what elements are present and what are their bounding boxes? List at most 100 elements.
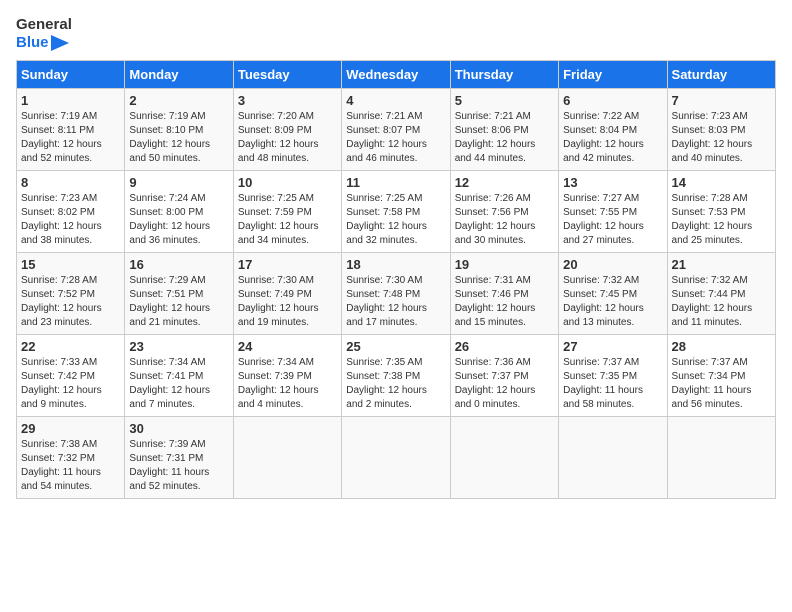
week-row-1: 1 Sunrise: 7:19 AM Sunset: 8:11 PM Daylig… <box>17 89 776 171</box>
day-info: Sunrise: 7:19 AM Sunset: 8:10 PM Dayligh… <box>129 110 228 166</box>
col-header-wednesday: Wednesday <box>342 61 450 89</box>
day-cell <box>450 417 558 499</box>
day-cell: 8 Sunrise: 7:23 AM Sunset: 8:02 PM Daylig… <box>17 171 125 253</box>
day-cell: 18Sunrise: 7:30 AM Sunset: 7:48 PM Dayli… <box>342 253 450 335</box>
day-number: 8 <box>21 175 120 190</box>
day-info: Sunrise: 7:19 AM Sunset: 8:11 PM Dayligh… <box>21 110 120 166</box>
day-number: 12 <box>455 175 554 190</box>
header: General Blue <box>16 16 776 52</box>
day-info: Sunrise: 7:21 AM Sunset: 8:06 PM Dayligh… <box>455 110 554 166</box>
day-cell <box>233 417 341 499</box>
day-number: 10 <box>238 175 337 190</box>
day-info: Sunrise: 7:27 AM Sunset: 7:55 PM Dayligh… <box>563 192 662 248</box>
col-header-saturday: Saturday <box>667 61 775 89</box>
day-cell: 20 Sunrise: 7:32 AM Sunset: 7:45 PM Dayli… <box>559 253 667 335</box>
day-info: Sunrise: 7:34 AM Sunset: 7:39 PM Dayligh… <box>238 356 337 412</box>
day-cell: 3 Sunrise: 7:20 AM Sunset: 8:09 PM Daylig… <box>233 89 341 171</box>
week-row-4: 22Sunrise: 7:33 AM Sunset: 7:42 PM Dayli… <box>17 335 776 417</box>
day-number: 3 <box>238 93 337 108</box>
day-cell: 22Sunrise: 7:33 AM Sunset: 7:42 PM Dayli… <box>17 335 125 417</box>
day-cell: 11 Sunrise: 7:25 AM Sunset: 7:58 PM Dayli… <box>342 171 450 253</box>
day-cell: 1 Sunrise: 7:19 AM Sunset: 8:11 PM Daylig… <box>17 89 125 171</box>
day-cell: 7 Sunrise: 7:23 AM Sunset: 8:03 PM Daylig… <box>667 89 775 171</box>
day-number: 29 <box>21 421 120 436</box>
day-number: 26 <box>455 339 554 354</box>
day-info: Sunrise: 7:25 AM Sunset: 7:59 PM Dayligh… <box>238 192 337 248</box>
day-number: 4 <box>346 93 445 108</box>
day-info: Sunrise: 7:21 AM Sunset: 8:07 PM Dayligh… <box>346 110 445 166</box>
day-number: 1 <box>21 93 120 108</box>
day-number: 11 <box>346 175 445 190</box>
day-info: Sunrise: 7:22 AM Sunset: 8:04 PM Dayligh… <box>563 110 662 166</box>
day-info: Sunrise: 7:28 AM Sunset: 7:53 PM Dayligh… <box>672 192 771 248</box>
calendar-table: SundayMondayTuesdayWednesdayThursdayFrid… <box>16 60 776 499</box>
day-number: 6 <box>563 93 662 108</box>
day-info: Sunrise: 7:25 AM Sunset: 7:58 PM Dayligh… <box>346 192 445 248</box>
day-number: 22 <box>21 339 120 354</box>
col-header-friday: Friday <box>559 61 667 89</box>
day-cell <box>342 417 450 499</box>
day-number: 21 <box>672 257 771 272</box>
day-cell: 30Sunrise: 7:39 AM Sunset: 7:31 PM Dayli… <box>125 417 233 499</box>
day-number: 17 <box>238 257 337 272</box>
day-cell: 10 Sunrise: 7:25 AM Sunset: 7:59 PM Dayli… <box>233 171 341 253</box>
day-number: 24 <box>238 339 337 354</box>
logo: General Blue <box>16 16 72 52</box>
day-cell: 28 Sunrise: 7:37 AM Sunset: 7:34 PM Dayli… <box>667 335 775 417</box>
day-cell: 29 Sunrise: 7:38 AM Sunset: 7:32 PM Dayli… <box>17 417 125 499</box>
day-cell: 25 Sunrise: 7:35 AM Sunset: 7:38 PM Dayli… <box>342 335 450 417</box>
col-header-sunday: Sunday <box>17 61 125 89</box>
day-info: Sunrise: 7:37 AM Sunset: 7:35 PM Dayligh… <box>563 356 662 412</box>
day-info: Sunrise: 7:26 AM Sunset: 7:56 PM Dayligh… <box>455 192 554 248</box>
day-number: 25 <box>346 339 445 354</box>
day-cell: 12 Sunrise: 7:26 AM Sunset: 7:56 PM Dayli… <box>450 171 558 253</box>
calendar-body: 1 Sunrise: 7:19 AM Sunset: 8:11 PM Daylig… <box>17 89 776 499</box>
day-info: Sunrise: 7:30 AM Sunset: 7:49 PM Dayligh… <box>238 274 337 330</box>
day-number: 27 <box>563 339 662 354</box>
day-cell: 17 Sunrise: 7:30 AM Sunset: 7:49 PM Dayli… <box>233 253 341 335</box>
day-cell: 5 Sunrise: 7:21 AM Sunset: 8:06 PM Daylig… <box>450 89 558 171</box>
day-number: 2 <box>129 93 228 108</box>
day-cell: 4 Sunrise: 7:21 AM Sunset: 8:07 PM Daylig… <box>342 89 450 171</box>
day-number: 15 <box>21 257 120 272</box>
day-info: Sunrise: 7:36 AM Sunset: 7:37 PM Dayligh… <box>455 356 554 412</box>
day-cell <box>559 417 667 499</box>
week-row-2: 8 Sunrise: 7:23 AM Sunset: 8:02 PM Daylig… <box>17 171 776 253</box>
day-info: Sunrise: 7:23 AM Sunset: 8:03 PM Dayligh… <box>672 110 771 166</box>
day-info: Sunrise: 7:32 AM Sunset: 7:45 PM Dayligh… <box>563 274 662 330</box>
day-info: Sunrise: 7:20 AM Sunset: 8:09 PM Dayligh… <box>238 110 337 166</box>
day-cell: 6 Sunrise: 7:22 AM Sunset: 8:04 PM Daylig… <box>559 89 667 171</box>
logo-text: General Blue <box>16 16 72 52</box>
day-cell: 9 Sunrise: 7:24 AM Sunset: 8:00 PM Daylig… <box>125 171 233 253</box>
day-info: Sunrise: 7:32 AM Sunset: 7:44 PM Dayligh… <box>672 274 771 330</box>
day-info: Sunrise: 7:34 AM Sunset: 7:41 PM Dayligh… <box>129 356 228 412</box>
day-number: 16 <box>129 257 228 272</box>
day-number: 19 <box>455 257 554 272</box>
day-info: Sunrise: 7:38 AM Sunset: 7:32 PM Dayligh… <box>21 438 120 494</box>
day-number: 13 <box>563 175 662 190</box>
day-number: 5 <box>455 93 554 108</box>
day-info: Sunrise: 7:23 AM Sunset: 8:02 PM Dayligh… <box>21 192 120 248</box>
day-number: 28 <box>672 339 771 354</box>
day-info: Sunrise: 7:30 AM Sunset: 7:48 PM Dayligh… <box>346 274 445 330</box>
day-info: Sunrise: 7:24 AM Sunset: 8:00 PM Dayligh… <box>129 192 228 248</box>
day-cell: 23 Sunrise: 7:34 AM Sunset: 7:41 PM Dayli… <box>125 335 233 417</box>
day-number: 9 <box>129 175 228 190</box>
day-cell: 19 Sunrise: 7:31 AM Sunset: 7:46 PM Dayli… <box>450 253 558 335</box>
day-info: Sunrise: 7:37 AM Sunset: 7:34 PM Dayligh… <box>672 356 771 412</box>
day-cell <box>667 417 775 499</box>
day-info: Sunrise: 7:31 AM Sunset: 7:46 PM Dayligh… <box>455 274 554 330</box>
day-number: 23 <box>129 339 228 354</box>
day-cell: 26 Sunrise: 7:36 AM Sunset: 7:37 PM Dayli… <box>450 335 558 417</box>
col-header-monday: Monday <box>125 61 233 89</box>
week-row-5: 29 Sunrise: 7:38 AM Sunset: 7:32 PM Dayli… <box>17 417 776 499</box>
day-cell: 15Sunrise: 7:28 AM Sunset: 7:52 PM Dayli… <box>17 253 125 335</box>
day-info: Sunrise: 7:29 AM Sunset: 7:51 PM Dayligh… <box>129 274 228 330</box>
col-header-thursday: Thursday <box>450 61 558 89</box>
day-cell: 24 Sunrise: 7:34 AM Sunset: 7:39 PM Dayli… <box>233 335 341 417</box>
day-number: 20 <box>563 257 662 272</box>
week-row-3: 15Sunrise: 7:28 AM Sunset: 7:52 PM Dayli… <box>17 253 776 335</box>
blue-triangle-icon <box>51 35 69 51</box>
day-number: 7 <box>672 93 771 108</box>
day-info: Sunrise: 7:35 AM Sunset: 7:38 PM Dayligh… <box>346 356 445 412</box>
